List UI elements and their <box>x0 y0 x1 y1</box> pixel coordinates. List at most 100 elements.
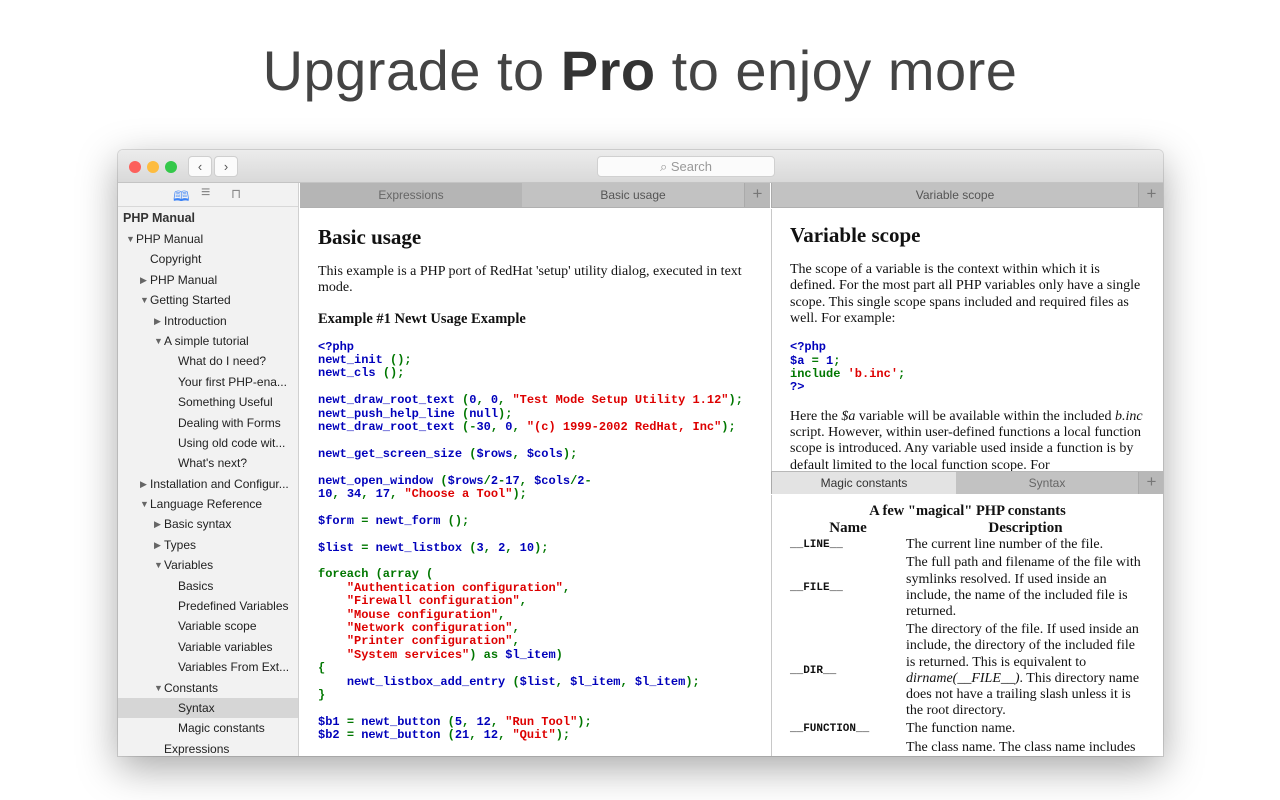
magic-constants-pane: A few "magical" PHP constants Name Descri… <box>771 495 1163 756</box>
code-token: ; <box>898 367 906 381</box>
disclosure-closed-icon[interactable]: ▶ <box>154 535 161 555</box>
code-token: "Test Mode Setup Utility 1.12" <box>512 393 729 408</box>
bookmark-icon[interactable]: ⊓ <box>231 186 241 202</box>
sidebar-item[interactable]: ▶ Installation and Configur... <box>118 474 298 494</box>
code-token: ); <box>577 714 592 729</box>
tab-syntax[interactable]: Syntax <box>956 472 1138 494</box>
code-token: , <box>512 634 520 649</box>
add-tab-button[interactable]: + <box>744 183 770 207</box>
sidebar-item[interactable]: What do I need? <box>118 351 298 371</box>
sidebar-item[interactable]: Predefined Variables <box>118 596 298 616</box>
book-icon[interactable]: 🕮 <box>173 186 190 210</box>
sidebar-item[interactable]: ▼ PHP Manual <box>118 229 298 249</box>
disclosure-open-icon[interactable]: ▼ <box>154 331 163 351</box>
code-token: 30 <box>476 420 491 435</box>
code-token: ); <box>728 393 743 408</box>
sidebar-item-label: Language Reference <box>150 497 263 512</box>
code-line: <?php <box>318 340 752 354</box>
code-token: $list <box>318 540 362 555</box>
code-token: , <box>519 473 535 488</box>
sidebar-item-label: Basics <box>178 578 214 593</box>
code-line: newt_init (); <box>318 353 752 367</box>
close-button[interactable] <box>129 161 141 173</box>
tab-magic-constants[interactable]: Magic constants <box>772 472 956 494</box>
zoom-button[interactable] <box>165 161 177 173</box>
variable-scope-pane: Variable scope The scope of a variable i… <box>771 209 1163 471</box>
sidebar: 🕮 ≡ ⊓ PHP Manual ▼ PHP Manual Copyright ▶ PH… <box>118 183 299 756</box>
code-token: $b1 <box>318 714 347 729</box>
minimize-button[interactable] <box>147 161 159 173</box>
add-tab-button-right[interactable]: + <box>1138 183 1163 207</box>
code-token: newt_cls <box>318 366 383 381</box>
code-token: include <box>790 367 848 381</box>
sidebar-item-label: Installation and Configur... <box>150 476 289 491</box>
constant-description: The current line number of the file. <box>906 537 1104 553</box>
sidebar-item[interactable]: Expressions <box>118 739 298 756</box>
code-token: ); <box>562 446 578 461</box>
sidebar-item[interactable]: Variables From Ext... <box>118 657 298 677</box>
sidebar-item[interactable]: ▼ Language Reference <box>118 494 298 514</box>
code-token: newt_listbox <box>375 540 470 555</box>
sidebar-title: PHP Manual <box>123 211 196 225</box>
code-token: , <box>519 594 527 609</box>
tab-variable-scope[interactable]: Variable scope <box>772 183 1138 207</box>
left-tab-bar: Expressions Basic usage + <box>300 183 770 208</box>
disclosure-closed-icon[interactable]: ▶ <box>154 514 161 534</box>
code-line: "System services") as $l_item) <box>318 648 752 662</box>
code-line: ?> <box>790 381 1145 394</box>
disclosure-open-icon[interactable]: ▼ <box>126 229 135 249</box>
sidebar-item[interactable]: Variable scope <box>118 616 298 636</box>
code-token: newt_button <box>361 714 448 729</box>
constant-name: __DIR__ <box>790 664 837 677</box>
back-button[interactable]: ‹ <box>188 156 212 177</box>
sidebar-item[interactable]: Magic constants <box>118 718 298 738</box>
add-tab-button-lower[interactable]: + <box>1138 472 1163 494</box>
list-icon[interactable]: ≡ <box>201 184 210 202</box>
forward-button[interactable]: › <box>214 156 238 177</box>
sidebar-item[interactable]: Your first PHP-ena... <box>118 372 298 392</box>
search-field[interactable]: ⌕ Search <box>597 156 775 177</box>
sidebar-item[interactable]: Syntax <box>118 697 298 719</box>
sidebar-item[interactable]: What's next? <box>118 453 298 473</box>
code-token: , <box>483 540 499 555</box>
code-token: ?> <box>790 380 805 395</box>
sidebar-item[interactable]: Dealing with Forms <box>118 413 298 433</box>
disclosure-closed-icon[interactable]: ▶ <box>154 311 161 331</box>
sidebar-item-label: Variables <box>164 558 214 573</box>
code-token: $a <box>790 353 812 368</box>
tab-expressions[interactable]: Expressions <box>300 183 522 207</box>
sidebar-item[interactable]: ▼ Constants <box>118 678 298 698</box>
code-token: 'b.inc' <box>847 367 899 381</box>
code-token: , <box>490 420 506 435</box>
code-token: (- <box>462 420 477 435</box>
table-row: __FUNCTION__ The function name. <box>772 720 1145 738</box>
sidebar-item[interactable]: Using old code wit... <box>118 433 298 453</box>
sidebar-item[interactable]: ▶ Types <box>118 535 298 555</box>
sidebar-item[interactable]: ▶ PHP Manual <box>118 270 298 290</box>
sidebar-item[interactable]: Basics <box>118 576 298 596</box>
sidebar-item[interactable]: ▼ Getting Started <box>118 290 298 310</box>
app-window: ‹ › ⌕ Search 🕮 ≡ ⊓ PHP Manual ▼ PHP Manua… <box>118 150 1163 756</box>
disclosure-open-icon[interactable]: ▼ <box>140 290 149 310</box>
sidebar-item[interactable]: Copyright <box>118 249 298 269</box>
sidebar-item[interactable]: ▼ Variables <box>118 555 298 575</box>
sidebar-item[interactable]: Something Useful <box>118 392 298 412</box>
disclosure-open-icon[interactable]: ▼ <box>140 494 149 514</box>
disclosure-open-icon[interactable]: ▼ <box>154 678 163 698</box>
sidebar-item[interactable]: ▶ Basic syntax <box>118 514 298 534</box>
disclosure-closed-icon[interactable]: ▶ <box>140 474 147 494</box>
code-token: (); <box>390 353 412 367</box>
disclosure-open-icon[interactable]: ▼ <box>154 555 163 575</box>
constant-name: __LINE__ <box>790 539 843 552</box>
disclosure-closed-icon[interactable]: ▶ <box>140 270 147 290</box>
sidebar-item-label: Variable variables <box>178 639 273 654</box>
sidebar-item[interactable]: ▼ A simple tutorial <box>118 331 298 351</box>
code-line: "Mouse configuration", <box>318 608 752 622</box>
sidebar-item[interactable]: ▶ Introduction <box>118 311 298 331</box>
tab-basic-usage[interactable]: Basic usage <box>522 183 744 207</box>
sidebar-item[interactable]: Variable variables <box>118 637 298 657</box>
